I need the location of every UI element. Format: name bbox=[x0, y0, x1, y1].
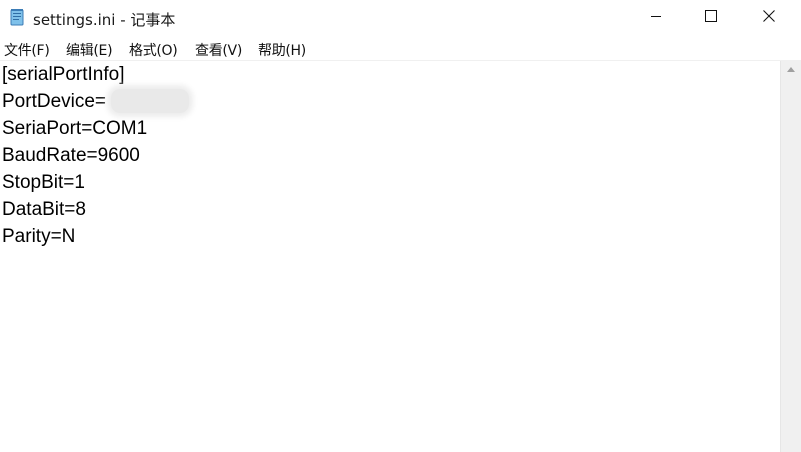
text-line: StopBit=1 bbox=[2, 172, 85, 193]
minimize-button[interactable] bbox=[633, 0, 679, 36]
scroll-up-icon[interactable] bbox=[787, 67, 795, 72]
text-line: DataBit=8 bbox=[2, 199, 86, 220]
menu-view[interactable]: 查看(V) bbox=[195, 40, 242, 60]
text-line: PortDevice= bbox=[2, 91, 107, 112]
notepad-icon bbox=[8, 8, 26, 26]
maximize-icon bbox=[705, 9, 717, 27]
maximize-button[interactable] bbox=[688, 0, 734, 36]
menu-bar: 文件(F) 编辑(E) 格式(O) 查看(V) 帮助(H) bbox=[0, 36, 801, 61]
text-editor[interactable]: [serialPortInfo] PortDevice= SeriaPort=C… bbox=[0, 61, 780, 452]
close-button[interactable] bbox=[746, 0, 792, 36]
menu-help[interactable]: 帮助(H) bbox=[258, 40, 306, 60]
text-line: Parity=N bbox=[2, 226, 76, 247]
text-line: [serialPortInfo] bbox=[2, 64, 125, 85]
window-title: settings.ini - 记事本 bbox=[33, 11, 176, 29]
close-icon bbox=[763, 9, 775, 27]
text-line: BaudRate=9600 bbox=[2, 145, 140, 166]
title-bar[interactable]: settings.ini - 记事本 bbox=[0, 0, 801, 36]
minimize-icon bbox=[650, 9, 662, 27]
menu-format[interactable]: 格式(O) bbox=[129, 40, 178, 60]
text-line: SeriaPort=COM1 bbox=[2, 118, 148, 139]
vertical-scrollbar[interactable] bbox=[780, 61, 801, 452]
redacted-value bbox=[111, 89, 189, 113]
menu-file[interactable]: 文件(F) bbox=[4, 40, 50, 60]
menu-edit[interactable]: 编辑(E) bbox=[66, 40, 113, 60]
